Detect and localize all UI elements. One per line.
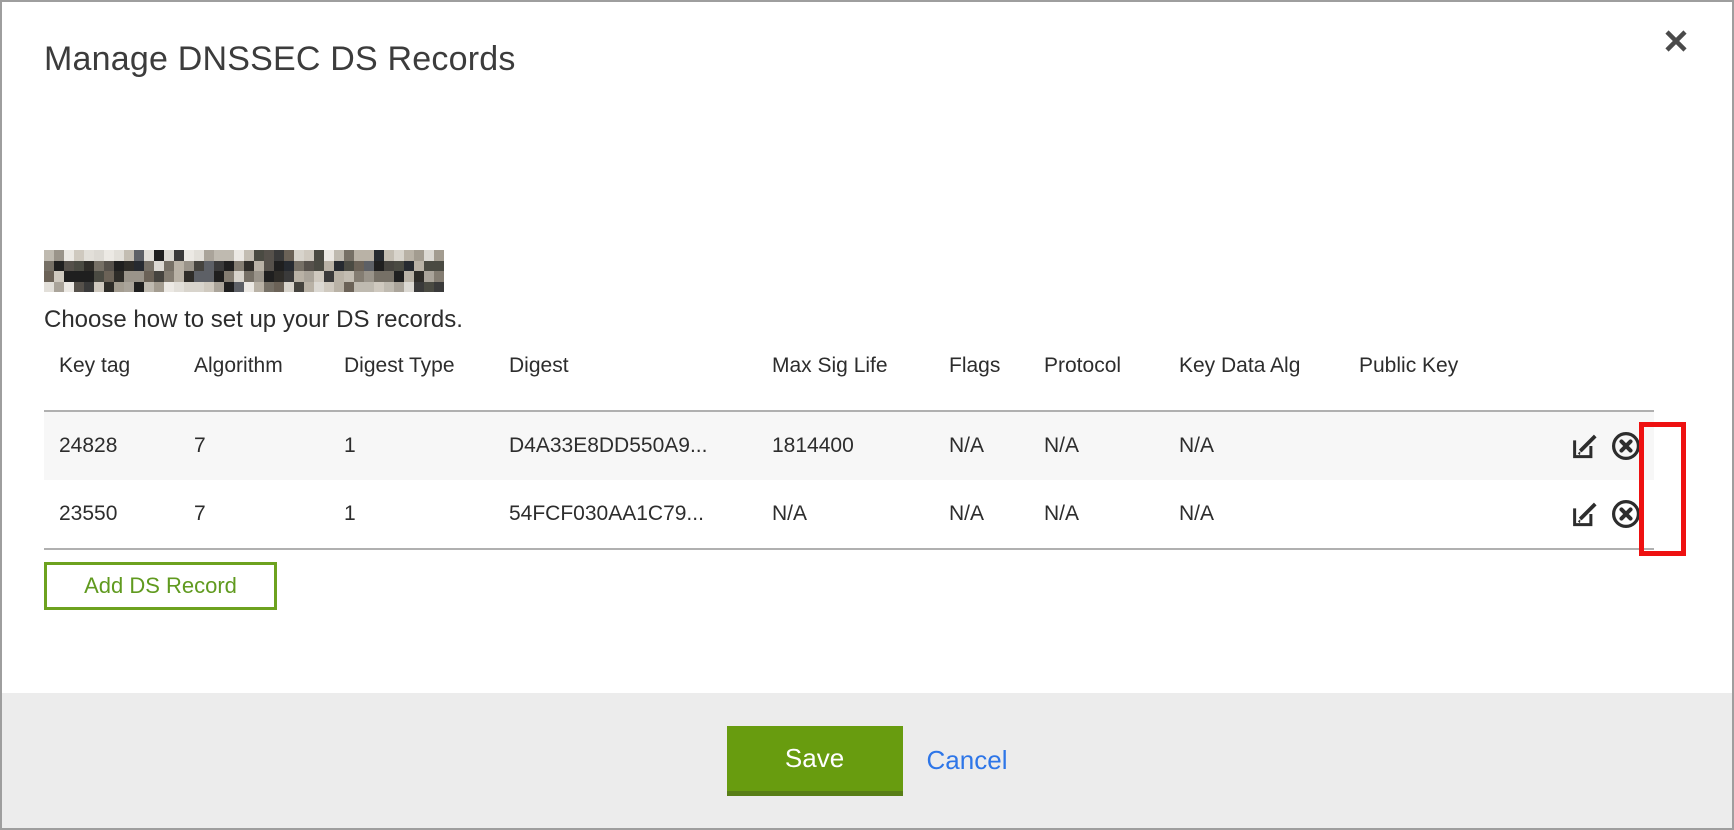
- table-row: 23550 7 1 54FCF030AA1C79... N/A N/A N/A …: [44, 480, 1654, 549]
- cell-actions: [1559, 480, 1654, 549]
- edit-pencil-icon: [1569, 431, 1599, 461]
- add-ds-record-button[interactable]: Add DS Record: [44, 562, 277, 610]
- cell-max-sig-life: N/A: [757, 480, 934, 549]
- redacted-domain-name: [44, 250, 444, 292]
- edit-pencil-icon: [1569, 499, 1599, 529]
- cell-actions: [1559, 411, 1654, 480]
- delete-record-button[interactable]: [1610, 498, 1642, 530]
- save-button[interactable]: Save: [727, 726, 903, 796]
- manage-dnssec-dialog: Manage DNSSEC DS Records Choose how to s…: [2, 2, 1732, 828]
- col-header-max-sig-life: Max Sig Life: [757, 340, 934, 411]
- cell-key-data-alg: N/A: [1164, 480, 1344, 549]
- ds-records-table: Key tag Algorithm Digest Type Digest Max…: [44, 340, 1654, 550]
- cancel-link[interactable]: Cancel: [927, 745, 1008, 776]
- col-header-key-tag: Key tag: [44, 340, 179, 411]
- col-header-key-data-alg: Key Data Alg: [1164, 340, 1344, 411]
- cell-public-key: [1344, 480, 1559, 549]
- cell-key-tag: 24828: [44, 411, 179, 480]
- col-header-digest-type: Digest Type: [329, 340, 494, 411]
- delete-x-circle-icon: [1610, 430, 1642, 462]
- edit-record-button[interactable]: [1569, 499, 1599, 529]
- col-header-algorithm: Algorithm: [179, 340, 329, 411]
- cell-key-tag: 23550: [44, 480, 179, 549]
- col-header-public-key: Public Key: [1344, 340, 1559, 411]
- cell-key-data-alg: N/A: [1164, 411, 1344, 480]
- table-row: 24828 7 1 D4A33E8DD550A9... 1814400 N/A …: [44, 411, 1654, 480]
- cell-digest: 54FCF030AA1C79...: [494, 480, 757, 549]
- cell-max-sig-life: 1814400: [757, 411, 934, 480]
- close-icon: [1662, 27, 1690, 55]
- close-button[interactable]: [1658, 24, 1694, 60]
- dialog-footer: Save Cancel: [2, 693, 1732, 828]
- cell-algorithm: 7: [179, 411, 329, 480]
- cell-flags: N/A: [934, 480, 1029, 549]
- col-header-actions: [1559, 340, 1654, 411]
- dialog-body: Manage DNSSEC DS Records Choose how to s…: [2, 2, 1732, 693]
- col-header-flags: Flags: [934, 340, 1029, 411]
- col-header-protocol: Protocol: [1029, 340, 1164, 411]
- cell-flags: N/A: [934, 411, 1029, 480]
- instruction-text: Choose how to set up your DS records.: [44, 306, 1690, 334]
- cell-public-key: [1344, 411, 1559, 480]
- cell-digest-type: 1: [329, 411, 494, 480]
- cell-algorithm: 7: [179, 480, 329, 549]
- table-header-row: Key tag Algorithm Digest Type Digest Max…: [44, 340, 1654, 411]
- cell-digest-type: 1: [329, 480, 494, 549]
- cell-digest: D4A33E8DD550A9...: [494, 411, 757, 480]
- page-title: Manage DNSSEC DS Records: [44, 38, 1690, 80]
- delete-x-circle-icon: [1610, 498, 1642, 530]
- cell-protocol: N/A: [1029, 480, 1164, 549]
- delete-record-button[interactable]: [1610, 430, 1642, 462]
- edit-record-button[interactable]: [1569, 431, 1599, 461]
- col-header-digest: Digest: [494, 340, 757, 411]
- ds-records-table-wrap: Key tag Algorithm Digest Type Digest Max…: [44, 340, 1690, 550]
- cell-protocol: N/A: [1029, 411, 1164, 480]
